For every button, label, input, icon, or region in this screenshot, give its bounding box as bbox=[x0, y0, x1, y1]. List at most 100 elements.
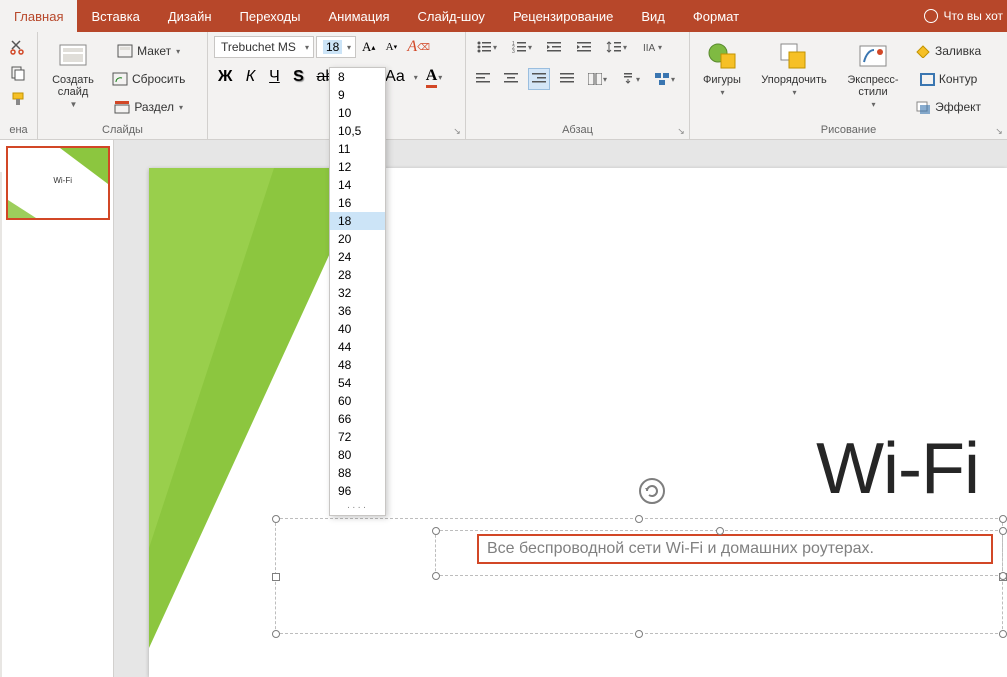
shapes-button[interactable]: Фигуры▾ bbox=[696, 36, 748, 122]
tab-design[interactable]: Дизайн bbox=[154, 0, 226, 32]
selection-handle[interactable] bbox=[432, 527, 440, 535]
line-spacing-button[interactable]: ▾ bbox=[602, 36, 631, 58]
selection-handle[interactable] bbox=[272, 630, 280, 638]
font-size-option[interactable]: 10,5 bbox=[330, 122, 385, 140]
numbering-button[interactable]: 123▾ bbox=[507, 36, 536, 58]
bullets-button[interactable]: ▾ bbox=[472, 36, 501, 58]
selection-handle[interactable] bbox=[716, 527, 724, 535]
tab-slideshow[interactable]: Слайд-шоу bbox=[404, 0, 499, 32]
increase-indent-button[interactable] bbox=[572, 36, 596, 58]
tell-me[interactable]: Что вы хот bbox=[924, 0, 1003, 32]
smartart-button[interactable]: ▾ bbox=[650, 68, 679, 90]
section-button[interactable]: Раздел▾ bbox=[108, 96, 189, 118]
reset-button[interactable]: Сбросить bbox=[108, 68, 189, 90]
rotate-handle[interactable] bbox=[639, 478, 665, 504]
font-size-option[interactable]: 60 bbox=[330, 392, 385, 410]
font-size-option[interactable]: 24 bbox=[330, 248, 385, 266]
font-size-option[interactable]: 10 bbox=[330, 104, 385, 122]
font-size-option[interactable]: 11 bbox=[330, 140, 385, 158]
selection-handle[interactable] bbox=[999, 515, 1007, 523]
underline-button[interactable]: Ч bbox=[264, 66, 284, 88]
selection-handle[interactable] bbox=[635, 515, 643, 523]
copy-button[interactable] bbox=[6, 62, 30, 84]
slide-thumbnail-1[interactable]: Wi-Fi bbox=[6, 146, 110, 220]
font-size-option[interactable]: 44 bbox=[330, 338, 385, 356]
columns-button[interactable]: ▾ bbox=[584, 68, 611, 90]
font-size-option[interactable]: 14 bbox=[330, 176, 385, 194]
selection-handle[interactable] bbox=[999, 572, 1007, 580]
increase-font-button[interactable]: A▴ bbox=[358, 36, 379, 58]
layout-button[interactable]: Макет▾ bbox=[108, 40, 189, 62]
selection-handle[interactable] bbox=[999, 630, 1007, 638]
slide-title[interactable]: Wi-Fi bbox=[816, 428, 979, 510]
subtitle-textbox[interactable]: Все беспроводной сети Wi-Fi и домашних р… bbox=[477, 534, 993, 564]
selection-handle[interactable] bbox=[272, 573, 280, 581]
align-right-button[interactable] bbox=[528, 68, 550, 90]
paragraph-dialog-launcher[interactable]: ↘ bbox=[675, 125, 687, 137]
text-direction-button[interactable]: IIA▾ bbox=[637, 36, 666, 58]
font-family-combo[interactable]: Trebuchet MS▾ bbox=[214, 36, 314, 58]
font-size-option[interactable]: 32 bbox=[330, 284, 385, 302]
font-size-dropdown[interactable]: 891010,511121416182024283236404448546066… bbox=[329, 67, 386, 516]
font-size-option[interactable]: 20 bbox=[330, 230, 385, 248]
arrange-button[interactable]: Упорядочить▾ bbox=[754, 36, 834, 122]
selection-handle[interactable] bbox=[999, 527, 1007, 535]
slides-group-label: Слайды bbox=[44, 122, 201, 137]
tab-insert[interactable]: Вставка bbox=[77, 0, 153, 32]
justify-button[interactable] bbox=[556, 68, 578, 90]
tab-animation[interactable]: Анимация bbox=[315, 0, 404, 32]
new-slide-button[interactable]: Создать слайд ▼ bbox=[44, 36, 102, 122]
slide[interactable]: Wi-Fi Все беспроводной сети Wi-Fi и дома… bbox=[149, 168, 1007, 677]
selection-handle[interactable] bbox=[635, 630, 643, 638]
font-color-button[interactable]: A▾ bbox=[422, 66, 447, 88]
clear-formatting-button[interactable]: A⌫ bbox=[403, 36, 434, 58]
font-size-more[interactable]: ···· bbox=[330, 500, 385, 515]
font-size-option[interactable]: 8 bbox=[330, 68, 385, 86]
italic-button[interactable]: К bbox=[240, 66, 260, 88]
decrease-font-button[interactable]: A▾ bbox=[381, 36, 401, 58]
group-paragraph: ▾ 123▾ ▾ IIA▾ ▾ ▾ ▾ Абзац ↘ bbox=[466, 32, 690, 139]
format-painter-button[interactable] bbox=[6, 88, 30, 110]
font-size-option[interactable]: 12 bbox=[330, 158, 385, 176]
font-size-option[interactable]: 72 bbox=[330, 428, 385, 446]
align-text-button[interactable]: ▾ bbox=[617, 68, 644, 90]
decrease-indent-button[interactable] bbox=[542, 36, 566, 58]
arrange-label: Упорядочить bbox=[761, 74, 826, 86]
selection-handle[interactable] bbox=[272, 515, 280, 523]
layout-label: Макет bbox=[137, 44, 171, 58]
tab-review[interactable]: Рецензирование bbox=[499, 0, 627, 32]
shape-effects-button[interactable]: Эффект bbox=[912, 96, 985, 118]
selection-handle[interactable] bbox=[432, 572, 440, 580]
bold-button[interactable]: Ж bbox=[214, 66, 236, 88]
drawing-dialog-launcher[interactable]: ↘ bbox=[993, 125, 1005, 137]
align-left-button[interactable] bbox=[472, 68, 494, 90]
font-size-option[interactable]: 66 bbox=[330, 410, 385, 428]
font-size-option[interactable]: 18 bbox=[330, 212, 385, 230]
font-size-option[interactable]: 48 bbox=[330, 356, 385, 374]
cut-button[interactable] bbox=[6, 36, 30, 58]
slide-canvas-area[interactable]: Wi-Fi Все беспроводной сети Wi-Fi и дома… bbox=[115, 140, 1007, 677]
font-size-combo[interactable]: 18▾ bbox=[316, 36, 356, 58]
tab-format[interactable]: Формат bbox=[679, 0, 753, 32]
quick-styles-button[interactable]: Экспресс-стили▾ bbox=[840, 36, 906, 122]
font-size-option[interactable]: 88 bbox=[330, 464, 385, 482]
font-size-option[interactable]: 96 bbox=[330, 482, 385, 500]
font-size-option[interactable]: 28 bbox=[330, 266, 385, 284]
tab-view[interactable]: Вид bbox=[627, 0, 679, 32]
shape-fill-button[interactable]: Заливка bbox=[912, 40, 985, 62]
tab-home[interactable]: Главная bbox=[0, 0, 77, 32]
font-size-option[interactable]: 36 bbox=[330, 302, 385, 320]
align-center-button[interactable] bbox=[500, 68, 522, 90]
subtitle-text[interactable]: Все беспроводной сети Wi-Fi и домашних р… bbox=[487, 540, 874, 558]
font-dialog-launcher[interactable]: ↘ bbox=[451, 125, 463, 137]
shape-outline-button[interactable]: Контур bbox=[912, 68, 985, 90]
font-size-option[interactable]: 16 bbox=[330, 194, 385, 212]
font-size-option[interactable]: 40 bbox=[330, 320, 385, 338]
text-shadow-button[interactable]: S bbox=[288, 66, 308, 88]
font-size-option[interactable]: 9 bbox=[330, 86, 385, 104]
font-size-option[interactable]: 80 bbox=[330, 446, 385, 464]
font-size-option[interactable]: 54 bbox=[330, 374, 385, 392]
slide-thumbnail-panel: Wi-Fi bbox=[0, 140, 114, 677]
tab-transitions[interactable]: Переходы bbox=[226, 0, 315, 32]
svg-text:3: 3 bbox=[512, 49, 515, 54]
